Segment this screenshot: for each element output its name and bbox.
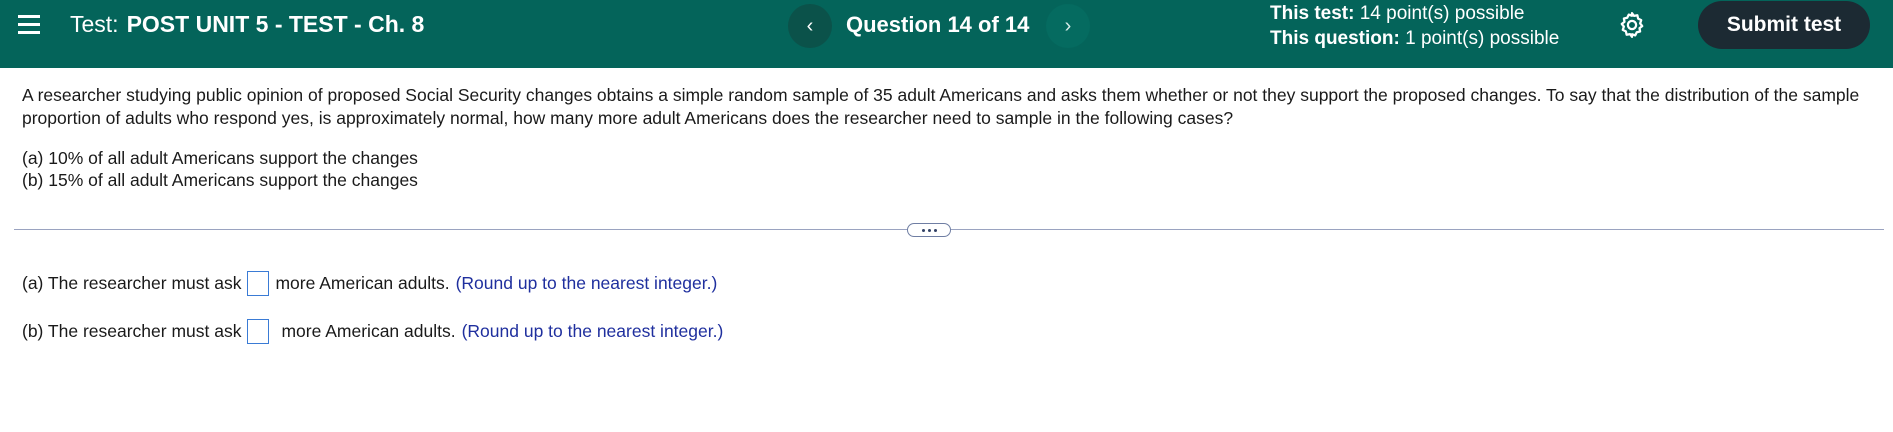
test-title-prefix: Test: xyxy=(70,11,119,37)
points-test-value: 14 point(s) possible xyxy=(1359,3,1525,24)
points-info: This test: 14 point(s) possible This que… xyxy=(1270,1,1559,51)
chevron-right-icon: › xyxy=(1064,14,1072,37)
case-b: (b) 15% of all adult Americans support t… xyxy=(22,170,418,190)
next-question-button[interactable]: › xyxy=(1046,4,1090,48)
question-counter: Question 14 of 14 xyxy=(846,12,1030,37)
points-question-value: 1 point(s) possible xyxy=(1405,28,1560,49)
answer-a-suffix: more American adults. xyxy=(275,273,450,293)
answer-line-a: (a) The researcher must ask more America… xyxy=(22,271,717,296)
answer-line-b: (b) The researcher must ask more America… xyxy=(22,319,723,344)
test-title: Test: POST UNIT 5 - TEST - Ch. 8 xyxy=(70,11,424,38)
question-text: A researcher studying public opinion of … xyxy=(22,85,1860,128)
hamburger-menu-icon[interactable] xyxy=(18,15,42,35)
chevron-left-icon: ‹ xyxy=(806,14,814,37)
previous-question-button[interactable]: ‹ xyxy=(788,4,832,48)
more-dots-icon[interactable] xyxy=(907,223,951,237)
answer-b-suffix: more American adults. xyxy=(281,321,456,341)
case-a: (a) 10% of all adult Americans support t… xyxy=(22,148,418,168)
top-bar: Test: POST UNIT 5 - TEST - Ch. 8 ‹ Questi… xyxy=(0,0,1893,68)
points-test-label: This test: xyxy=(1270,3,1355,24)
answer-a-input[interactable] xyxy=(247,271,270,296)
answer-a-prefix: (a) The researcher must ask xyxy=(22,273,242,293)
answer-b-hint: (Round up to the nearest integer.) xyxy=(461,321,724,341)
answer-b-prefix: (b) The researcher must ask xyxy=(22,321,242,341)
submit-test-button[interactable]: Submit test xyxy=(1698,1,1870,49)
points-question-label: This question: xyxy=(1270,28,1400,49)
answer-b-input[interactable] xyxy=(247,319,270,344)
answer-a-hint: (Round up to the nearest integer.) xyxy=(455,273,718,293)
gear-icon[interactable] xyxy=(1617,10,1647,40)
question-cases: (a) 10% of all adult Americans support t… xyxy=(22,147,418,191)
test-title-name: POST UNIT 5 - TEST - Ch. 8 xyxy=(126,11,425,37)
